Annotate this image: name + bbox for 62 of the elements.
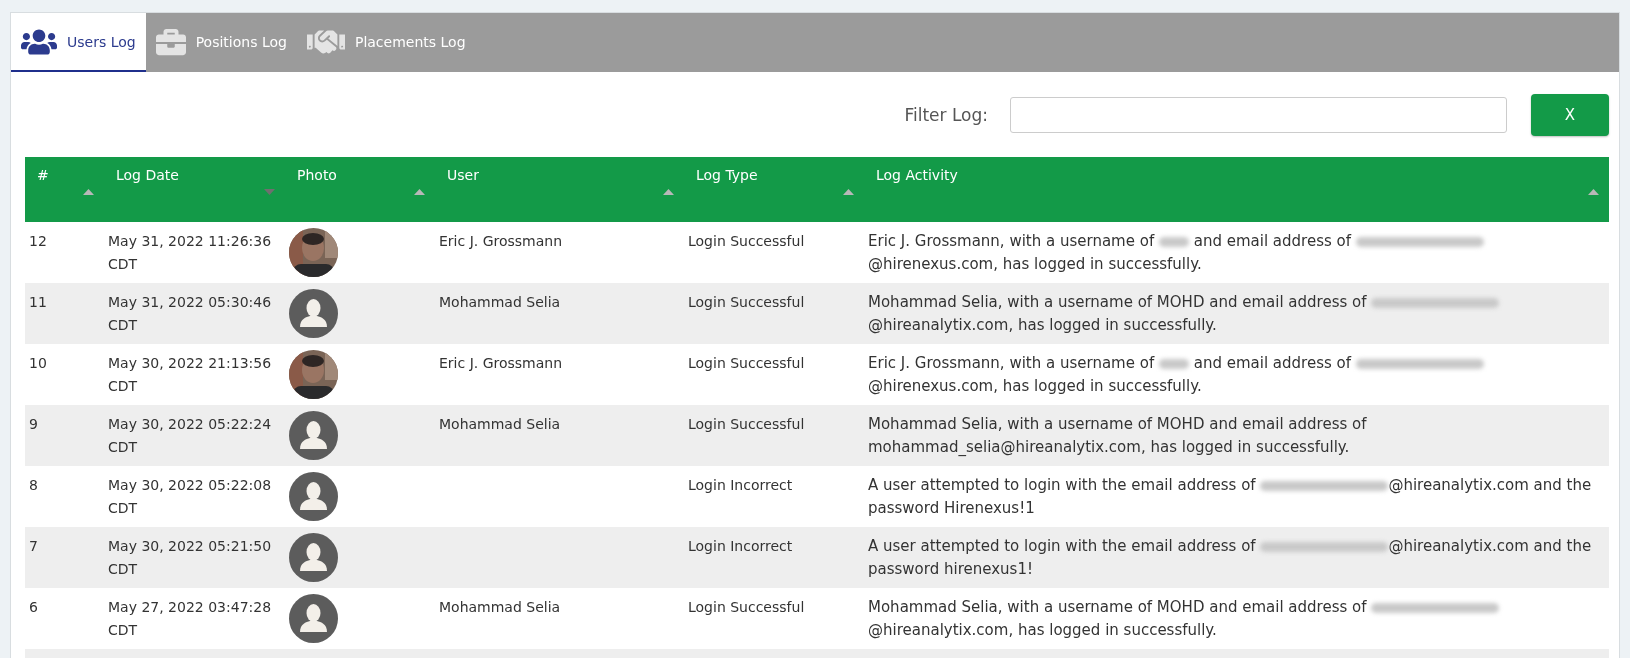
tab-label: Users Log — [67, 33, 136, 50]
log-type: Login Incorrect — [688, 477, 793, 493]
user-name: Mohammad Selia — [439, 599, 561, 615]
log-date: May 30, 2022 05:22:08 CDT — [108, 477, 272, 516]
filter-field[interactable] — [1010, 96, 1507, 133]
user-name: Eric J. Grossmann — [439, 233, 563, 249]
log-date: May 27, 2022 03:47:28 CDT — [108, 599, 272, 638]
log-activity: Mohammad Selia, with a username of MOHD and email address of mohammad_selia@hireanalytix.com, has logged in successfully. — [868, 414, 1368, 458]
sort-up-icon[interactable] — [414, 189, 425, 195]
log-type: Login Incorrect — [688, 538, 793, 554]
sort-up-icon[interactable] — [663, 189, 674, 195]
log-activity: Eric J. Grossmann, with a username of and email address of @hirenexus.com, has logged in successfully. — [868, 352, 1605, 398]
column-header[interactable]: Photo — [297, 167, 337, 183]
log-date: May 30, 2022 05:21:50 CDT — [108, 538, 272, 577]
filter-label: Filter Log: — [904, 104, 988, 125]
tab[interactable]: Users Log — [11, 13, 146, 72]
avatar-icon — [289, 289, 338, 338]
user-name: Mohammad Selia — [439, 416, 561, 432]
log-activity: Mohammad Selia, with a username of MOHD and email address of @hireanalytix.com, has logged in successfully. — [868, 291, 1605, 337]
row-number: 6 — [29, 599, 38, 615]
redacted-text — [1158, 236, 1189, 247]
sort-down-icon[interactable] — [264, 189, 275, 195]
log-activity: A user attempted to login with the email address of @hireanalytix.com and the password hirenexus1! — [868, 536, 1593, 580]
log-date: May 30, 2022 05:22:24 CDT — [108, 416, 272, 455]
log-activity: Mohammad Selia, with a username of MOHD and email address of @hireanalytix.com, has logged in successfully. — [868, 596, 1605, 642]
avatar-icon — [289, 411, 338, 460]
row-number: 12 — [29, 233, 47, 249]
log-type: Login Successful — [688, 599, 805, 615]
log-date: May 31, 2022 11:26:36 CDT — [108, 233, 272, 272]
row-number: 10 — [29, 355, 47, 371]
log-type: Login Successful — [688, 355, 805, 371]
log-type: Login Successful — [688, 294, 805, 310]
user-name: Mohammad Selia — [439, 294, 561, 310]
row-number: 7 — [29, 538, 38, 554]
clear-button[interactable]: X — [1531, 93, 1609, 136]
sort-up-icon[interactable] — [843, 189, 854, 195]
column-header[interactable]: Log Type — [696, 167, 758, 183]
log-type: Login Successful — [688, 233, 805, 249]
tab-label: Placements Log — [354, 33, 466, 50]
row-number: 8 — [29, 477, 38, 493]
avatar-icon — [289, 594, 338, 643]
briefcase-icon — [155, 26, 186, 57]
row-number: 9 — [29, 416, 38, 432]
log-date: May 31, 2022 05:30:46 CDT — [108, 294, 272, 333]
log-date: May 30, 2022 21:13:56 CDT — [108, 355, 272, 394]
avatar-icon — [289, 533, 338, 582]
redacted-text — [1158, 358, 1189, 369]
avatar-icon — [289, 472, 338, 521]
tab-label: Positions Log — [195, 33, 287, 50]
log-activity: Eric J. Grossmann, with a username of and email address of @hirenexus.com, has logged in successfully. — [868, 230, 1605, 276]
sort-up-icon[interactable] — [1588, 189, 1599, 195]
column-header[interactable]: User — [447, 167, 479, 183]
column-header[interactable]: # — [37, 167, 49, 183]
column-header[interactable]: Log Activity — [876, 167, 958, 183]
row-number: 11 — [29, 294, 47, 310]
tab[interactable]: Positions Log — [145, 13, 297, 72]
log-activity: A user attempted to login with the email address of @hireanalytix.com and the password Hirenexus!1 — [868, 475, 1593, 519]
sort-up-icon[interactable] — [83, 189, 94, 195]
column-header[interactable]: Log Date — [116, 167, 179, 183]
log-type: Login Successful — [688, 416, 805, 432]
user-name: Eric J. Grossmann — [439, 355, 563, 371]
tab[interactable]: Placements Log — [296, 13, 476, 72]
